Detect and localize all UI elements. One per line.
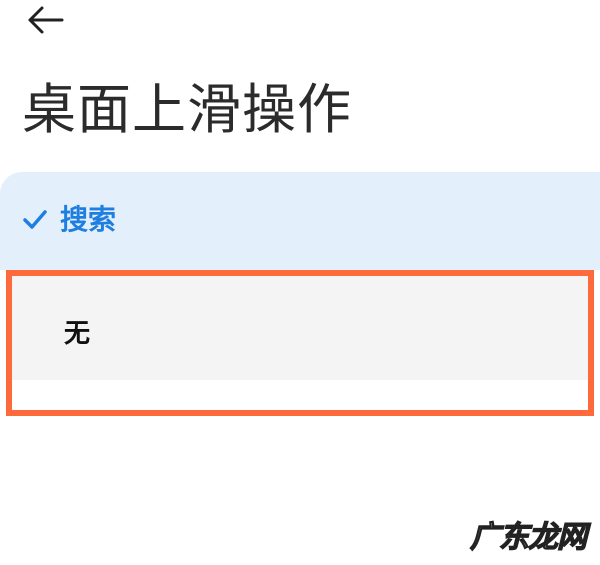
watermark-logo: 广东龙网 [469, 519, 587, 555]
option-none-background: 无 [12, 276, 588, 380]
arrow-left-icon [28, 6, 64, 34]
option-none-label: 无 [64, 319, 91, 349]
checkmark-icon [23, 210, 47, 229]
page-title: 桌面上滑操作 [22, 78, 352, 141]
option-none[interactable]: 无 [6, 270, 594, 416]
option-search-label: 搜索 [60, 203, 117, 236]
back-button[interactable] [24, 2, 68, 38]
settings-page: 桌面上滑操作 搜索 无 广东龙网 [0, 0, 600, 565]
